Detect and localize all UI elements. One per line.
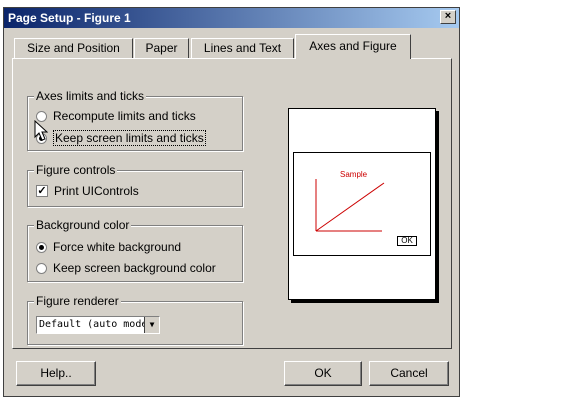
radio-button[interactable] (36, 241, 47, 253)
figure-controls-group: Figure controls ✓ Print UIControls (27, 163, 243, 207)
button-label: Cancel (390, 366, 428, 380)
keep-screen-background-radio[interactable]: Keep screen background color (36, 261, 216, 275)
axes-limits-legend: Axes limits and ticks (34, 89, 147, 103)
renderer-select[interactable]: Default (auto mode) ▼ (36, 316, 160, 334)
keep-screen-limits-radio[interactable]: Keep screen limits and ticks (36, 130, 206, 146)
radio-label: Recompute limits and ticks (53, 109, 196, 123)
figure-renderer-legend: Figure renderer (34, 294, 121, 308)
print-uicontrols-checkbox[interactable]: ✓ Print UIControls (36, 184, 139, 198)
radio-label: Keep screen background color (53, 261, 216, 275)
figure-renderer-group: Figure renderer Default (auto mode) ▼ (27, 294, 243, 345)
page-preview: Sample OK (288, 108, 436, 300)
title-bar: Page Setup - Figure 1 × (4, 8, 459, 28)
preview-ok-control: OK (397, 236, 417, 246)
tab-label: Axes and Figure (309, 39, 397, 53)
help-button[interactable]: Help.. (16, 361, 96, 386)
recompute-limits-radio[interactable]: Recompute limits and ticks (36, 109, 196, 123)
tab-lines-and-text[interactable]: Lines and Text (191, 38, 294, 58)
window-title: Page Setup - Figure 1 (8, 11, 131, 25)
button-label: Help.. (40, 366, 72, 380)
tab-paper[interactable]: Paper (134, 38, 189, 58)
figure-preview: Sample OK (293, 152, 431, 256)
radio-label: Force white background (53, 240, 182, 254)
force-white-background-radio[interactable]: Force white background (36, 240, 181, 254)
preview-diagonal-line (315, 182, 385, 232)
close-icon: × (444, 10, 452, 22)
mouse-pointer-icon (34, 120, 48, 141)
dropdown-arrow-icon[interactable]: ▼ (144, 317, 159, 333)
tab-label: Lines and Text (203, 41, 282, 55)
axes-limits-group: Axes limits and ticks Recompute limits a… (27, 89, 243, 151)
button-label: OK (314, 366, 332, 380)
background-color-group: Background color Force white background … (27, 218, 243, 282)
background-color-legend: Background color (34, 218, 132, 232)
figure-controls-legend: Figure controls (34, 163, 118, 177)
tab-axes-and-figure[interactable]: Axes and Figure (295, 34, 411, 59)
page-setup-dialog: Page Setup - Figure 1 × Size and Positio… (3, 7, 460, 397)
radio-button[interactable] (36, 262, 47, 274)
checkbox-label: Print UIControls (54, 184, 139, 198)
checkmark-icon[interactable]: ✓ (36, 185, 48, 197)
tab-label: Paper (145, 41, 178, 55)
tab-label: Size and Position (27, 41, 120, 55)
renderer-value: Default (auto mode) (39, 319, 154, 330)
cancel-button[interactable]: Cancel (369, 361, 449, 386)
tab-size-and-position[interactable]: Size and Position (14, 38, 133, 58)
close-button[interactable]: × (440, 10, 456, 24)
ok-button[interactable]: OK (284, 361, 362, 386)
radio-label: Keep screen limits and ticks (53, 130, 206, 146)
